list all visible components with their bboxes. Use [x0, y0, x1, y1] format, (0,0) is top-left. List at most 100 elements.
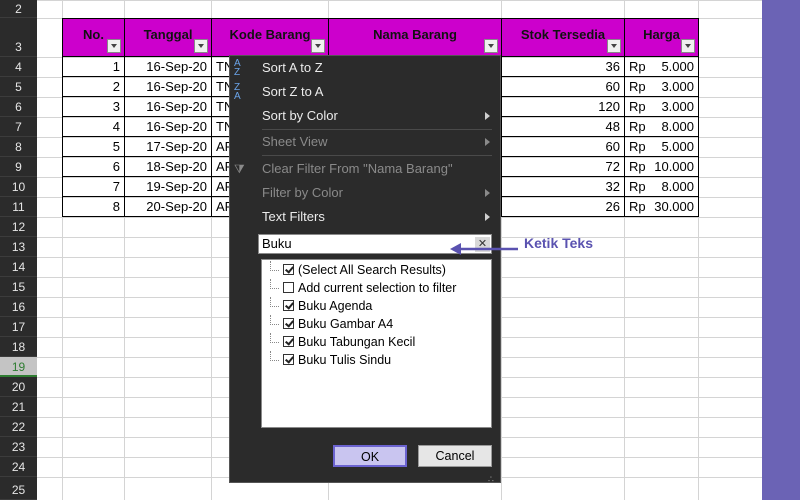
clear-filter-icon: ⧩ [234, 162, 245, 176]
row-header[interactable]: 25 [0, 477, 37, 500]
filter-values-list[interactable]: (Select All Search Results) Add current s… [261, 259, 492, 428]
filter-dropdown-icon[interactable] [311, 39, 325, 53]
cell-harga[interactable]: Rp 8.000 [624, 177, 699, 197]
cell-tanggal[interactable]: 18-Sep-20 [124, 157, 212, 177]
cell-stok[interactable]: 72 [501, 157, 625, 177]
filter-list-item[interactable]: Buku Agenda [262, 297, 490, 315]
cell-stok[interactable]: 48 [501, 117, 625, 137]
tree-connector [270, 261, 279, 271]
unchecked-checkbox-icon[interactable] [283, 282, 294, 293]
row-header[interactable]: 11 [0, 197, 37, 217]
row-header[interactable]: 14 [0, 257, 37, 277]
row-header[interactable]: 2 [0, 0, 37, 18]
cell-harga[interactable]: Rp 8.000 [624, 117, 699, 137]
cell-no[interactable]: 7 [62, 177, 125, 197]
resize-grip-icon[interactable]: ∴ [488, 474, 494, 485]
filter-dropdown-icon[interactable] [681, 39, 695, 53]
filter-list-label: (Select All Search Results) [298, 263, 446, 277]
cancel-button[interactable]: Cancel [418, 445, 492, 467]
filter-list-item[interactable]: (Select All Search Results) [262, 261, 490, 279]
row-header[interactable]: 19 [0, 357, 37, 377]
cell-harga[interactable]: Rp 3.000 [624, 77, 699, 97]
cell-stok[interactable]: 32 [501, 177, 625, 197]
cell-harga[interactable]: Rp 5.000 [624, 57, 699, 77]
filter-list-item[interactable]: Buku Tulis Sindu [262, 351, 490, 369]
cell-no[interactable]: 1 [62, 57, 125, 77]
filter-dropdown-icon[interactable] [194, 39, 208, 53]
price-value: 5.000 [661, 139, 694, 154]
cell-harga[interactable]: Rp 3.000 [624, 97, 699, 117]
currency-label: Rp [629, 139, 646, 154]
header-stok-tersedia: Stok Tersedia [501, 18, 625, 57]
row-header[interactable]: 4 [0, 57, 37, 77]
cell-no[interactable]: 4 [62, 117, 125, 137]
row-header[interactable]: 9 [0, 157, 37, 177]
cell-no[interactable]: 3 [62, 97, 125, 117]
row-header[interactable]: 3 [0, 18, 37, 57]
filter-list-item[interactable]: Buku Gambar A4 [262, 315, 490, 333]
cell-harga[interactable]: Rp 5.000 [624, 137, 699, 157]
checked-checkbox-icon[interactable] [283, 300, 294, 311]
cell-tanggal[interactable]: 16-Sep-20 [124, 77, 212, 97]
checked-checkbox-icon[interactable] [283, 264, 294, 275]
row-header[interactable]: 10 [0, 177, 37, 197]
cell-tanggal[interactable]: 16-Sep-20 [124, 97, 212, 117]
menu-separator [262, 155, 492, 156]
sort-by-color-item[interactable]: Sort by Color [230, 104, 500, 128]
cell-tanggal[interactable]: 19-Sep-20 [124, 177, 212, 197]
row-header[interactable]: 12 [0, 217, 37, 237]
cell-tanggal[interactable]: 17-Sep-20 [124, 137, 212, 157]
cell-stok[interactable]: 60 [501, 137, 625, 157]
cell-stok[interactable]: 120 [501, 97, 625, 117]
row-header[interactable]: 16 [0, 297, 37, 317]
filter-list-label: Buku Gambar A4 [298, 317, 394, 331]
row-header[interactable]: 24 [0, 457, 37, 477]
cell-harga[interactable]: Rp 10.000 [624, 157, 699, 177]
row-header[interactable]: 13 [0, 237, 37, 257]
ok-button[interactable]: OK [333, 445, 407, 467]
row-header[interactable]: 20 [0, 377, 37, 397]
checked-checkbox-icon[interactable] [283, 354, 294, 365]
text-filters-item[interactable]: Text Filters [230, 205, 500, 229]
clear-filter-item: ⧩ Clear Filter From "Nama Barang" [234, 161, 453, 176]
cell-tanggal[interactable]: 16-Sep-20 [124, 57, 212, 77]
cell-tanggal[interactable]: 16-Sep-20 [124, 117, 212, 137]
filter-list-item[interactable]: Buku Tabungan Kecil [262, 333, 490, 351]
row-header[interactable]: 7 [0, 117, 37, 137]
annotation-label: Ketik Teks [524, 235, 593, 251]
cell-no[interactable]: 2 [62, 77, 125, 97]
row-header[interactable]: 5 [0, 77, 37, 97]
row-header[interactable]: 21 [0, 397, 37, 417]
row-header[interactable]: 8 [0, 137, 37, 157]
row-header[interactable]: 15 [0, 277, 37, 297]
sort-z-to-a-item[interactable]: ZA Sort Z to A [230, 80, 500, 104]
price-value: 30.000 [654, 199, 694, 214]
filter-list-item[interactable]: Add current selection to filter [262, 279, 490, 297]
tree-connector [270, 297, 279, 307]
tree-connector [270, 315, 279, 325]
sort-a-to-z-item[interactable]: AZ Sort A to Z [230, 56, 500, 80]
row-header[interactable]: 23 [0, 437, 37, 457]
filter-dropdown-icon[interactable] [607, 39, 621, 53]
currency-label: Rp [629, 59, 646, 74]
price-value: 3.000 [661, 79, 694, 94]
row-header[interactable]: 22 [0, 417, 37, 437]
checked-checkbox-icon[interactable] [283, 336, 294, 347]
row-header[interactable]: 6 [0, 97, 37, 117]
cell-stok[interactable]: 60 [501, 77, 625, 97]
price-value: 8.000 [661, 119, 694, 134]
cell-no[interactable]: 6 [62, 157, 125, 177]
tree-connector [270, 351, 279, 361]
filter-dropdown-icon[interactable] [107, 39, 121, 53]
cell-stok[interactable]: 36 [501, 57, 625, 77]
filter-dropdown-icon[interactable] [484, 39, 498, 53]
cell-no[interactable]: 5 [62, 137, 125, 157]
row-header[interactable]: 18 [0, 337, 37, 357]
cell-tanggal[interactable]: 20-Sep-20 [124, 197, 212, 217]
cell-harga[interactable]: Rp 30.000 [624, 197, 699, 217]
checked-checkbox-icon[interactable] [283, 318, 294, 329]
cell-no[interactable]: 8 [62, 197, 125, 217]
cell-stok[interactable]: 26 [501, 197, 625, 217]
currency-label: Rp [629, 99, 646, 114]
row-header[interactable]: 17 [0, 317, 37, 337]
